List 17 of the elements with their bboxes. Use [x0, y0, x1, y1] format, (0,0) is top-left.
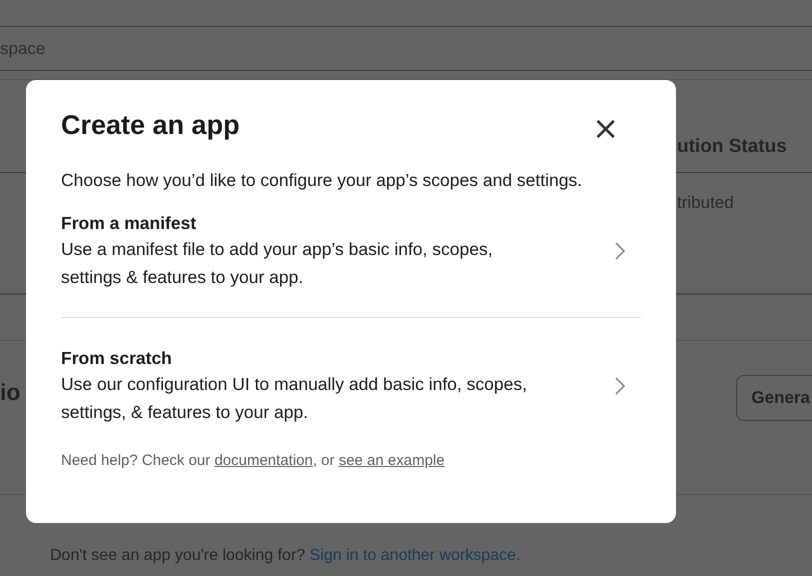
chevron-right-icon: [615, 377, 625, 395]
section-heading: io: [0, 379, 20, 406]
column-header: ution Status: [677, 136, 787, 159]
link[interactable]: documentation: [214, 452, 313, 469]
link[interactable]: see an example: [338, 452, 445, 469]
help-text: Need help? Check our documentation, or see an example: [61, 452, 446, 469]
option-title: From a manifest: [61, 212, 198, 235]
option-description: Use a manifest file to add your app’s basic info, scopes, settings & features to your app.: [61, 238, 494, 289]
dialog-title: Create an app: [61, 110, 240, 140]
option-item[interactable]: From a manifest Use a manifest file to add your app’s basic info, scopes, settings & features to your app.: [61, 211, 641, 291]
table-cell-text: tributed: [677, 193, 735, 213]
option-title: From scratch: [61, 347, 173, 370]
option-item[interactable]: From scratch Use our configuration UI to manually add basic info, scopes, settings, & features to your app.: [61, 346, 641, 426]
option-description: Use our configuration UI to manually add basic info, scopes, settings, & features to your app.: [61, 373, 528, 424]
chevron-right-icon: [615, 242, 625, 260]
footer-text: Don't see an app you're looking for? Sign in to another workspace.: [50, 547, 522, 565]
dialog-subtitle: Choose how you’d like to configure your app’s scopes and settings.: [61, 170, 584, 191]
